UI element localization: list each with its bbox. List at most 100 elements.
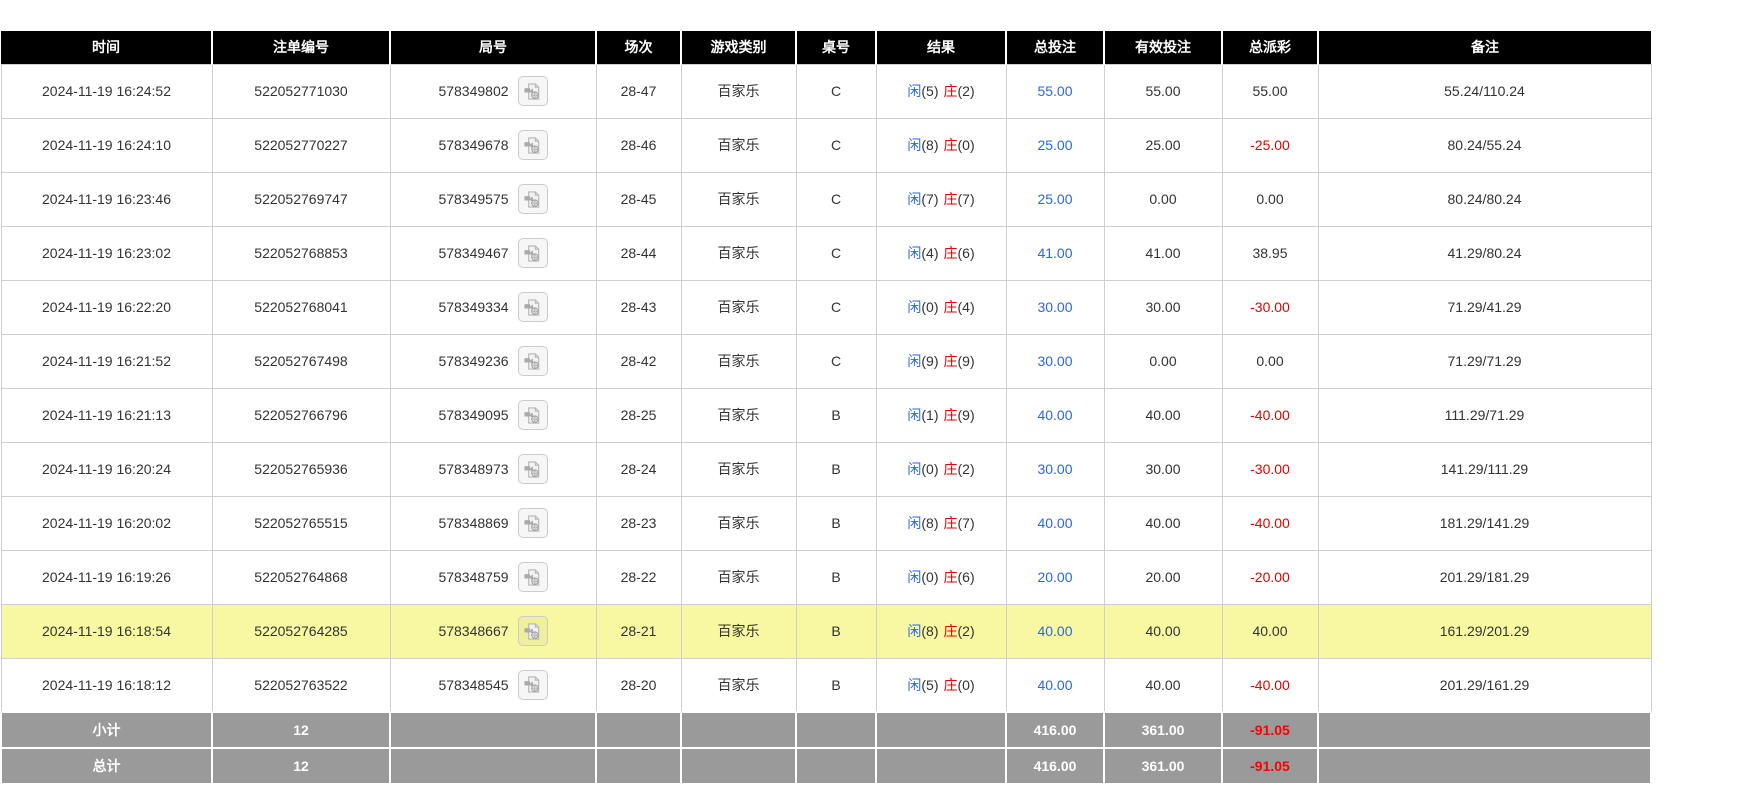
- replay-button[interactable]: [517, 346, 548, 376]
- round-number: 578349095: [438, 407, 509, 423]
- round-number: 578349236: [438, 353, 509, 369]
- table-row[interactable]: 2024-11-19 16:24:52 522052771030 5783498…: [0, 63, 1652, 119]
- result-banker-points: (9): [957, 353, 975, 369]
- cell-table-no: B: [795, 603, 877, 659]
- cell-total-payout: 55.00: [1221, 63, 1319, 119]
- cell-remark: 201.29/181.29: [1317, 549, 1652, 605]
- result-banker-label: 庄: [943, 245, 958, 261]
- table-row[interactable]: 2024-11-19 16:18:54 522052764285 5783486…: [0, 603, 1652, 659]
- cell-game-type: 百家乐: [680, 171, 797, 227]
- result-player-points: (8): [921, 137, 939, 153]
- cell-table-no: B: [795, 441, 877, 497]
- replay-button[interactable]: [517, 400, 548, 430]
- table-row[interactable]: 2024-11-19 16:21:52 522052767498 5783492…: [0, 333, 1652, 389]
- cell-time: 2024-11-19 16:19:26: [0, 549, 213, 605]
- table-row[interactable]: 2024-11-19 16:20:02 522052765515 5783488…: [0, 495, 1652, 551]
- cell-remark: 141.29/111.29: [1317, 441, 1652, 497]
- cell-result: 闲(9) 庄(9): [875, 333, 1007, 389]
- column-header-remark: 备注: [1317, 31, 1651, 64]
- round-number: 578349575: [438, 191, 509, 207]
- table-row[interactable]: 2024-11-19 16:23:46 522052769747 5783495…: [0, 171, 1652, 227]
- table-row[interactable]: 2024-11-19 16:22:20 522052768041 5783493…: [0, 279, 1652, 335]
- result-banker-points: (6): [957, 569, 975, 585]
- cell-round-id: 578349334: [389, 279, 597, 335]
- result-banker-points: (0): [957, 137, 975, 153]
- cell-total-bet: 30.00: [1005, 441, 1105, 497]
- cell-total-bet: 30.00: [1005, 333, 1105, 389]
- result-player-label: 闲: [907, 191, 922, 207]
- cell-result: 闲(1) 庄(9): [875, 387, 1007, 443]
- result-banker-points: (0): [957, 676, 975, 693]
- table-row[interactable]: 2024-11-19 16:19:26 522052764868 5783487…: [0, 549, 1652, 605]
- replay-button[interactable]: [517, 508, 548, 538]
- result-player-label: 闲: [907, 623, 922, 639]
- replay-button[interactable]: [517, 562, 548, 592]
- cell-game-type: 百家乐: [680, 657, 797, 713]
- cell-game-type: 百家乐: [680, 441, 797, 497]
- cell-remark: 80.24/80.24: [1317, 171, 1652, 227]
- replay-button[interactable]: [517, 184, 548, 214]
- result-player-label: 闲: [907, 353, 922, 369]
- cell-remark: 161.29/201.29: [1317, 603, 1652, 659]
- cell-table-no: B: [795, 495, 877, 551]
- cell-remark: 41.29/80.24: [1317, 225, 1652, 281]
- result-player-points: (7): [921, 191, 939, 207]
- table-row[interactable]: 2024-11-19 16:20:24 522052765936 5783489…: [0, 441, 1652, 497]
- cell-table-no: B: [795, 657, 877, 713]
- cell-bet-id: 522052769747: [211, 171, 391, 227]
- cell-time: 2024-11-19 16:20:24: [0, 441, 213, 497]
- summary-empty-cell: [680, 747, 797, 785]
- video-replay-icon: [524, 298, 540, 316]
- table-header: 时间 注单编号 局号 场次 游戏类别 桌号 结果 总投注 有效投注 总派彩 备注: [1, 31, 1651, 64]
- replay-button[interactable]: [517, 292, 548, 322]
- result-player-points: (4): [921, 245, 939, 261]
- replay-button[interactable]: [517, 238, 548, 268]
- cell-table-no: C: [795, 333, 877, 389]
- result-player-label: 闲: [907, 137, 922, 153]
- video-replay-icon: [524, 352, 540, 370]
- result-banker-points: (9): [957, 407, 975, 423]
- header-row: 时间 注单编号 局号 场次 游戏类别 桌号 结果 总投注 有效投注 总派彩 备注: [1, 31, 1651, 64]
- summary-empty-cell: [795, 747, 877, 785]
- cell-total-payout: -30.00: [1221, 441, 1319, 497]
- table-row[interactable]: 2024-11-19 16:23:02 522052768853 5783494…: [0, 225, 1652, 281]
- cell-game-type: 百家乐: [680, 225, 797, 281]
- cell-round-id: 578349095: [389, 387, 597, 443]
- summary-total-payout: -91.05: [1221, 747, 1319, 785]
- cell-game-type: 百家乐: [680, 117, 797, 173]
- cell-session: 28-46: [595, 117, 682, 173]
- cell-result: 闲(8) 庄(2): [875, 603, 1007, 659]
- cell-time: 2024-11-19 16:24:52: [0, 63, 213, 119]
- replay-button[interactable]: [517, 130, 548, 160]
- cell-round-id: 578349678: [389, 117, 597, 173]
- cell-time: 2024-11-19 16:18:54: [0, 603, 213, 659]
- cell-table-no: C: [795, 171, 877, 227]
- replay-button[interactable]: [517, 76, 548, 106]
- cell-result: 闲(8) 庄(0): [875, 117, 1007, 173]
- bet-records-page: 时间 注单编号 局号 场次 游戏类别 桌号 结果 总投注 有效投注 总派彩 备注 2024-11-1…: [0, 0, 1756, 785]
- result-player-label: 闲: [907, 299, 922, 315]
- cell-round-id: 578349236: [389, 333, 597, 389]
- result-banker-points: (2): [957, 623, 975, 639]
- replay-button[interactable]: [517, 454, 548, 484]
- cell-table-no: C: [795, 279, 877, 335]
- cell-round-id: 578349467: [389, 225, 597, 281]
- table-row[interactable]: 2024-11-19 16:18:12 522052763522 5783485…: [0, 657, 1652, 713]
- round-number: 578349802: [438, 83, 509, 99]
- round-number: 578349678: [438, 137, 509, 153]
- replay-button[interactable]: [517, 616, 548, 646]
- result-player-points: (0): [921, 461, 939, 477]
- result-player-points: (8): [921, 623, 939, 639]
- cell-result: 闲(7) 庄(7): [875, 171, 1007, 227]
- replay-button[interactable]: [517, 669, 548, 700]
- summary-label: 小计: [0, 711, 213, 749]
- table-row[interactable]: 2024-11-19 16:21:13 522052766796 5783490…: [0, 387, 1652, 443]
- cell-total-payout: -40.00: [1221, 387, 1319, 443]
- result-banker-label: 庄: [943, 191, 958, 207]
- round-number: 578349334: [438, 299, 509, 315]
- result-banker-points: (2): [957, 461, 975, 477]
- result-player-points: (1): [921, 407, 939, 423]
- table-row[interactable]: 2024-11-19 16:24:10 522052770227 5783496…: [0, 117, 1652, 173]
- summary-valid-bet: 361.00: [1103, 711, 1223, 749]
- cell-game-type: 百家乐: [680, 333, 797, 389]
